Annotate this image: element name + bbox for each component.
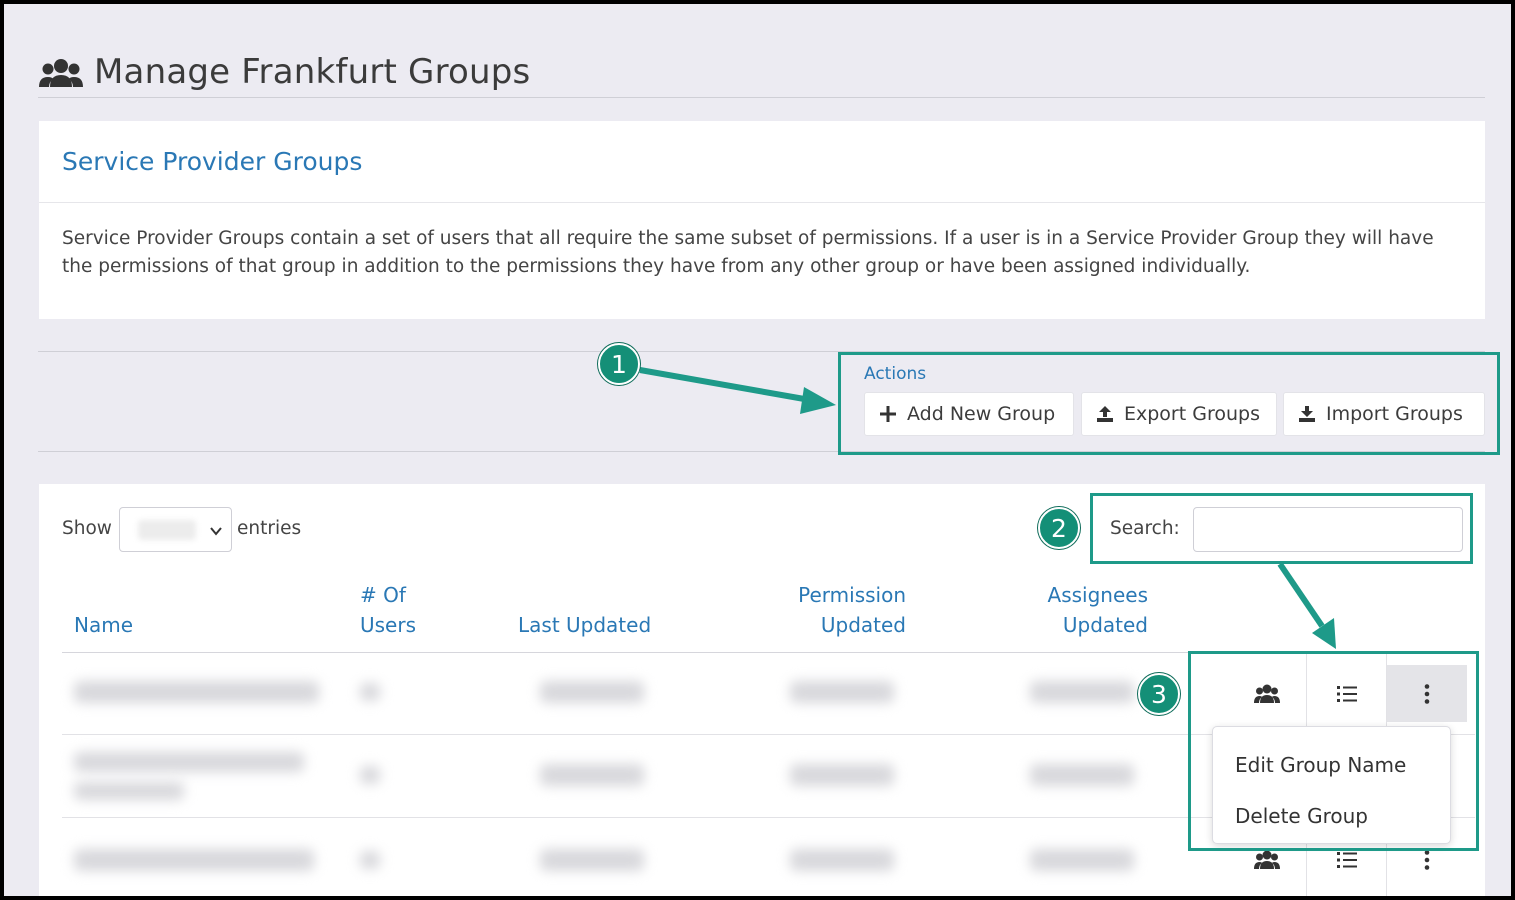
info-card-header: Service Provider Groups (39, 121, 1485, 203)
redacted-cell (1030, 849, 1134, 871)
annotation-box-search (1090, 493, 1473, 564)
redacted-cell (790, 764, 894, 786)
users-icon (1253, 850, 1280, 869)
card-description: Service Provider Groups contain a set of… (62, 228, 1434, 277)
card-title: Service Provider Groups (62, 147, 363, 176)
redacted-cell (1030, 681, 1134, 703)
info-card: Service Provider Groups Service Provider… (39, 121, 1485, 319)
redacted-cell (74, 782, 184, 800)
list-icon (1336, 852, 1357, 868)
entries-label: entries (237, 518, 302, 539)
show-label: Show (62, 518, 112, 539)
column-header-assignees-updated[interactable]: Assignees Updated (1029, 580, 1148, 640)
entries-value (138, 520, 196, 540)
column-header-last-updated[interactable]: Last Updated (518, 610, 651, 640)
redacted-cell (790, 681, 894, 703)
window-frame: Manage Frankfurt Groups Service Provider… (0, 0, 1515, 900)
column-header-name[interactable]: Name (74, 610, 133, 640)
redacted-cell (1030, 764, 1134, 786)
redacted-cell (360, 766, 380, 784)
page-title: Manage Frankfurt Groups (94, 51, 531, 92)
annotation-marker-3: 3 (1138, 673, 1180, 715)
users-icon (39, 58, 83, 87)
redacted-cell (360, 851, 380, 869)
vertical-dots-icon (1424, 850, 1430, 870)
redacted-cell (540, 849, 644, 871)
chevron-down-icon (210, 527, 222, 536)
redacted-cell (74, 849, 314, 871)
entries-select[interactable] (119, 507, 232, 552)
annotation-marker-2: 2 (1038, 507, 1080, 549)
redacted-cell (540, 764, 644, 786)
annotation-box-actions (838, 352, 1500, 455)
page-header: Manage Frankfurt Groups (38, 46, 1485, 98)
column-header-permission-updated[interactable]: Permission Updated (779, 580, 906, 640)
redacted-cell (74, 681, 319, 703)
column-header-users[interactable]: # Of Users (360, 580, 416, 640)
annotation-marker-1: 1 (598, 343, 640, 385)
redacted-cell (540, 681, 644, 703)
annotation-box-row-menu (1188, 651, 1479, 851)
redacted-cell (360, 683, 380, 701)
redacted-cell (790, 849, 894, 871)
redacted-cell (74, 752, 304, 772)
